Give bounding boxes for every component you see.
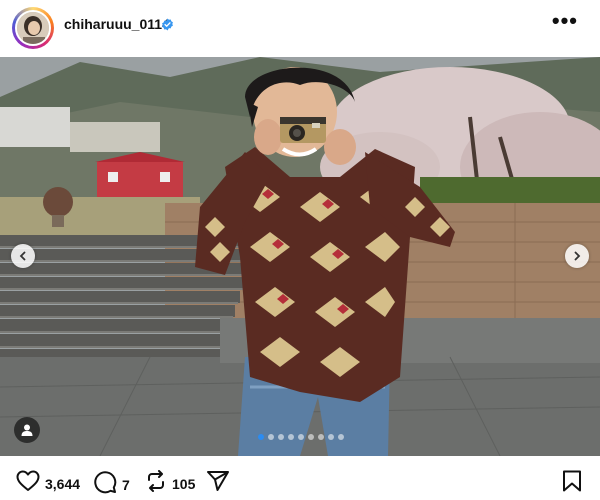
carousel-dot bbox=[278, 434, 284, 440]
comments-count: 7 bbox=[122, 476, 130, 493]
verified-badge-icon bbox=[161, 18, 174, 36]
avatar[interactable] bbox=[15, 10, 51, 46]
carousel-dot bbox=[288, 434, 294, 440]
share-button[interactable] bbox=[206, 470, 230, 497]
carousel-dot bbox=[298, 434, 304, 440]
username[interactable]: chiharuuu_0114 bbox=[64, 16, 170, 32]
likes-count[interactable]: 3,644 bbox=[45, 476, 80, 492]
photo-scene bbox=[0, 57, 600, 456]
chevron-right-icon bbox=[572, 251, 582, 261]
carousel-dot bbox=[338, 434, 344, 440]
heart-icon bbox=[16, 470, 40, 497]
comment-button[interactable]: 7 bbox=[93, 470, 130, 499]
repost-icon bbox=[145, 470, 167, 497]
bookmark-icon bbox=[562, 470, 582, 497]
tagged-users-button[interactable] bbox=[14, 417, 40, 443]
carousel-dot bbox=[328, 434, 334, 440]
carousel-dot bbox=[308, 434, 314, 440]
comment-icon bbox=[93, 470, 117, 499]
repost-button[interactable]: 105 bbox=[145, 470, 195, 497]
post-header: chiharuuu_0114 ••• bbox=[0, 0, 600, 56]
carousel-dot bbox=[318, 434, 324, 440]
like-button[interactable]: 3,644 bbox=[16, 470, 80, 497]
user-tag-icon bbox=[20, 423, 34, 437]
save-button[interactable] bbox=[562, 470, 582, 497]
post-photo[interactable] bbox=[0, 57, 600, 456]
share-icon bbox=[206, 470, 230, 497]
reposts-count: 105 bbox=[172, 475, 196, 492]
avatar-story-ring[interactable] bbox=[12, 7, 54, 49]
chevron-left-icon bbox=[18, 251, 28, 261]
previous-slide-button[interactable] bbox=[11, 244, 35, 268]
carousel-indicator bbox=[258, 434, 344, 440]
post-actions: 3,644 7 105 bbox=[0, 462, 600, 500]
more-options-icon[interactable]: ••• bbox=[552, 10, 578, 32]
carousel-dot bbox=[258, 434, 264, 440]
next-slide-button[interactable] bbox=[565, 244, 589, 268]
carousel-dot bbox=[268, 434, 274, 440]
